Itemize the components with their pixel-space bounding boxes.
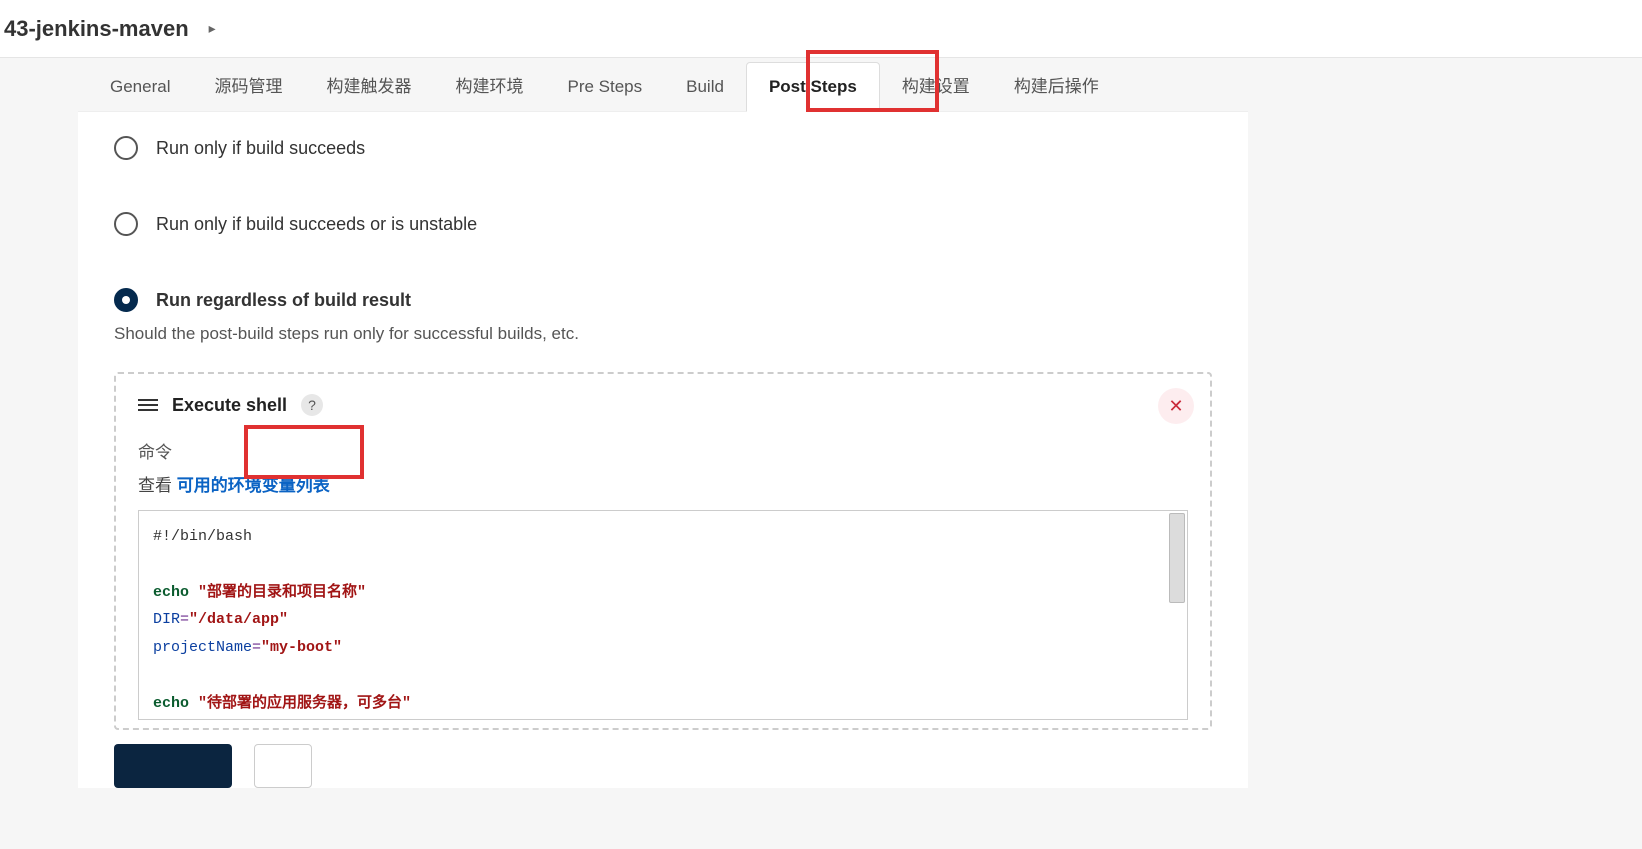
radio-input[interactable] xyxy=(114,212,138,236)
step-header: Execute shell ? xyxy=(138,394,1188,416)
primary-button[interactable] xyxy=(114,744,232,788)
code-token-echo: echo xyxy=(153,695,189,712)
code-token-var: DIR xyxy=(153,611,180,628)
tab-scm[interactable]: 源码管理 xyxy=(192,58,304,111)
drag-handle-icon[interactable] xyxy=(138,399,158,411)
tab-general[interactable]: General xyxy=(88,63,192,111)
link-prefix-text: 查看 xyxy=(138,476,177,495)
radio-input[interactable] xyxy=(114,136,138,160)
radio-input[interactable] xyxy=(114,288,138,312)
code-token-string: "/data/app" xyxy=(189,611,288,628)
radio-label: Run only if build succeeds xyxy=(156,138,365,159)
command-field-label: 命令 xyxy=(138,438,1188,463)
code-line: #!/bin/bash xyxy=(153,528,252,545)
post-steps-section: Run only if build succeeds Run only if b… xyxy=(78,112,1248,740)
code-token-string: "部署的目录和项目名称" xyxy=(198,584,366,601)
shell-command-textarea[interactable]: #!/bin/bash echo "部署的目录和项目名称" DIR="/data… xyxy=(138,510,1188,720)
radio-run-only-succeeds[interactable]: Run only if build succeeds xyxy=(114,136,1212,160)
delete-step-button[interactable]: ✕ xyxy=(1158,388,1194,424)
tab-build-settings[interactable]: 构建设置 xyxy=(880,58,992,111)
footer-button-row xyxy=(78,740,1248,788)
radio-label: Run only if build succeeds or is unstabl… xyxy=(156,214,477,235)
config-panel: General 源码管理 构建触发器 构建环境 Pre Steps Build … xyxy=(78,58,1248,788)
env-vars-link-row: 查看 可用的环境变量列表 xyxy=(138,471,1188,496)
code-token-echo: echo xyxy=(153,584,189,601)
code-token-string: "待部署的应用服务器，可多台" xyxy=(198,695,411,712)
breadcrumb-chevron-right-icon[interactable]: ▸ xyxy=(209,20,216,37)
breadcrumb-bar: 43-jenkins-maven ▸ xyxy=(0,0,1642,58)
step-help-button[interactable]: ? xyxy=(301,394,323,416)
tab-post-steps[interactable]: Post Steps xyxy=(746,62,880,112)
step-title: Execute shell xyxy=(172,395,287,416)
secondary-button[interactable] xyxy=(254,744,312,788)
code-token-op: = xyxy=(252,639,261,656)
textarea-scrollbar[interactable] xyxy=(1169,513,1185,603)
code-token-string: "my-boot" xyxy=(261,639,342,656)
config-tabs: General 源码管理 构建触发器 构建环境 Pre Steps Build … xyxy=(78,58,1248,112)
code-token-var: projectName xyxy=(153,639,252,656)
tab-post-build-actions[interactable]: 构建后操作 xyxy=(992,58,1121,111)
radio-help-text: Should the post-build steps run only for… xyxy=(114,324,1212,344)
execute-shell-step: Execute shell ? ✕ 命令 查看 可用的环境变量列表 #!/bin… xyxy=(114,372,1212,730)
tab-build-env[interactable]: 构建环境 xyxy=(433,58,545,111)
tab-build-triggers[interactable]: 构建触发器 xyxy=(304,58,433,111)
tab-pre-steps[interactable]: Pre Steps xyxy=(545,63,664,111)
code-token-op: = xyxy=(180,611,189,628)
radio-label: Run regardless of build result xyxy=(156,290,411,311)
shell-code[interactable]: #!/bin/bash echo "部署的目录和项目名称" DIR="/data… xyxy=(139,511,1187,720)
tab-build[interactable]: Build xyxy=(664,63,746,111)
radio-run-regardless[interactable]: Run regardless of build result xyxy=(114,288,1212,312)
radio-run-succeeds-or-unstable[interactable]: Run only if build succeeds or is unstabl… xyxy=(114,212,1212,236)
env-vars-link[interactable]: 可用的环境变量列表 xyxy=(177,476,330,495)
breadcrumb-job-name[interactable]: 43-jenkins-maven xyxy=(4,16,189,42)
